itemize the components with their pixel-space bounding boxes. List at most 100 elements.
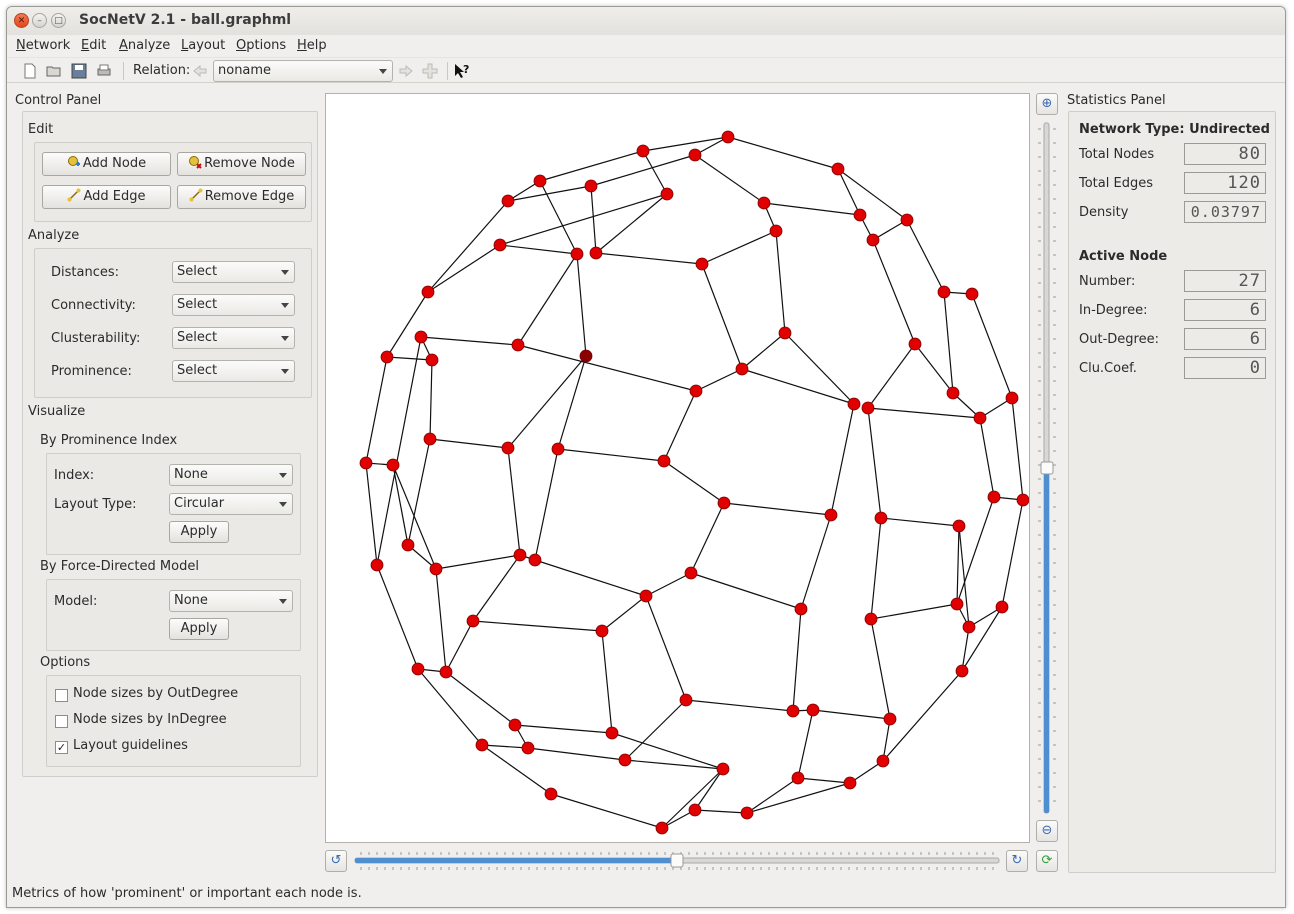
new-file-icon[interactable]: [21, 62, 39, 80]
graph-node[interactable]: [717, 496, 731, 510]
graph-node[interactable]: [689, 384, 703, 398]
menu-options[interactable]: Options: [236, 38, 286, 53]
graph-edge[interactable]: [1001, 499, 1024, 608]
graph-edge[interactable]: [685, 699, 794, 712]
graph-node[interactable]: [716, 762, 730, 776]
graph-node[interactable]: [513, 548, 527, 562]
graph-node[interactable]: [589, 246, 603, 260]
graph-edge[interactable]: [867, 407, 981, 419]
graph-edge[interactable]: [763, 202, 861, 216]
graph-edge[interactable]: [694, 809, 748, 814]
layout-type-select[interactable]: Circular: [169, 493, 293, 515]
graph-edge[interactable]: [663, 390, 697, 462]
graph-node[interactable]: [684, 566, 698, 580]
graph-edge[interactable]: [595, 252, 703, 265]
maximize-window-icon[interactable]: □: [51, 13, 66, 28]
rotate-left-button[interactable]: ↺: [325, 850, 347, 872]
graph-edge[interactable]: [435, 554, 521, 570]
graph-edge[interactable]: [880, 517, 960, 527]
graph-edge[interactable]: [590, 185, 597, 254]
graph-node[interactable]: [411, 662, 425, 676]
graph-node[interactable]: [937, 285, 951, 299]
graph-node[interactable]: [493, 238, 507, 252]
graph-node[interactable]: [946, 386, 960, 400]
rotate-horizontal-slider[interactable]: [353, 850, 1003, 872]
graph-edge[interactable]: [741, 332, 786, 370]
graph-edge[interactable]: [661, 768, 724, 829]
graph-node[interactable]: [501, 194, 515, 208]
graph-node[interactable]: [679, 693, 693, 707]
graph-node[interactable]: [843, 776, 857, 790]
graph-node[interactable]: [952, 519, 966, 533]
clusterability-select[interactable]: Select: [172, 327, 295, 349]
graph-node[interactable]: [370, 558, 384, 572]
graph-edge[interactable]: [694, 768, 724, 811]
graph-edge[interactable]: [365, 356, 388, 464]
graph-edge[interactable]: [694, 154, 765, 204]
graph-edge[interactable]: [499, 244, 578, 255]
graph-node[interactable]: [386, 458, 400, 472]
graph-edge[interactable]: [481, 744, 529, 749]
graph-node[interactable]: [973, 411, 987, 425]
graph-node[interactable]: [570, 247, 584, 261]
graph-node[interactable]: [778, 326, 792, 340]
graph-edge[interactable]: [792, 608, 802, 712]
graph-edge[interactable]: [534, 559, 647, 597]
graph-edge[interactable]: [517, 253, 578, 346]
save-file-icon[interactable]: [70, 62, 88, 80]
active-graph-node[interactable]: [579, 349, 593, 363]
graph-edge[interactable]: [775, 230, 786, 334]
graph-edge[interactable]: [746, 782, 851, 814]
graph-node[interactable]: [1016, 493, 1030, 507]
graph-node[interactable]: [786, 704, 800, 718]
graph-edge[interactable]: [867, 343, 916, 409]
graph-node[interactable]: [950, 597, 964, 611]
graph-node[interactable]: [660, 187, 674, 201]
graph-edge[interactable]: [701, 263, 743, 370]
graph-node[interactable]: [874, 511, 888, 525]
graph-edge[interactable]: [645, 572, 692, 597]
graph-node[interactable]: [864, 612, 878, 626]
graph-edge[interactable]: [690, 572, 802, 610]
graph-node[interactable]: [380, 350, 394, 364]
graph-edge[interactable]: [837, 168, 861, 216]
graph-node[interactable]: [908, 337, 922, 351]
graph-edge[interactable]: [595, 193, 668, 254]
graph-node[interactable]: [429, 562, 443, 576]
graph-edge[interactable]: [386, 356, 433, 361]
outdegree-checkbox[interactable]: [55, 689, 68, 702]
graph-edge[interactable]: [956, 496, 995, 605]
graph-edge[interactable]: [870, 603, 958, 620]
guidelines-checkbox[interactable]: ✓: [55, 741, 68, 754]
graph-edge[interactable]: [800, 514, 832, 610]
graph-node[interactable]: [995, 600, 1009, 614]
graph-edge[interactable]: [971, 293, 1013, 399]
graph-edge[interactable]: [539, 150, 644, 182]
graph-edge[interactable]: [365, 462, 378, 566]
graph-node[interactable]: [605, 726, 619, 740]
graph-node[interactable]: [740, 806, 754, 820]
graph-edge[interactable]: [445, 620, 474, 673]
graph-node[interactable]: [618, 753, 632, 767]
graph-edge[interactable]: [534, 448, 559, 561]
zoom-vertical-slider[interactable]: [1036, 119, 1058, 819]
model-apply-button[interactable]: Apply: [169, 618, 229, 640]
graph-edge[interactable]: [507, 355, 587, 449]
graph-node[interactable]: [551, 442, 565, 456]
graph-node[interactable]: [636, 144, 650, 158]
graph-edge[interactable]: [435, 568, 447, 673]
graph-node[interactable]: [965, 287, 979, 301]
whats-this-icon[interactable]: ?: [453, 62, 471, 80]
graph-node[interactable]: [721, 130, 735, 144]
graph-edge[interactable]: [420, 336, 519, 346]
graph-node[interactable]: [466, 614, 480, 628]
graph-edge[interactable]: [624, 699, 687, 761]
graph-edge[interactable]: [642, 150, 668, 195]
graph-node[interactable]: [695, 257, 709, 271]
graph-edge[interactable]: [723, 502, 832, 516]
graph-node[interactable]: [735, 362, 749, 376]
graph-edge[interactable]: [386, 291, 429, 358]
graph-node[interactable]: [655, 821, 669, 835]
graph-edge[interactable]: [557, 355, 587, 450]
graph-node[interactable]: [853, 208, 867, 222]
